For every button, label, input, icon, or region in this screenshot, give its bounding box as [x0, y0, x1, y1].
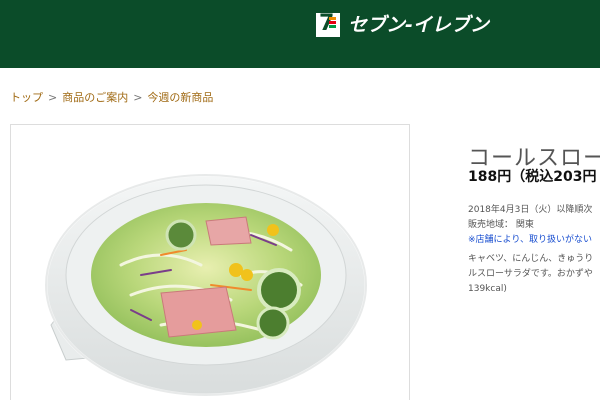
sales-region: 販売地域： 関東: [468, 217, 534, 230]
breadcrumb-separator: >: [133, 90, 143, 104]
description-line: ルスローサラダです。おかずや: [468, 269, 593, 279]
product-description: キャベツ、にんじん、きゅうり ルスローサラダです。おかずや 139kcal): [468, 252, 600, 297]
description-line: キャベツ、にんじん、きゅうり: [468, 254, 594, 264]
brand-name: セブン-イレブン: [348, 14, 489, 36]
seven-logo-icon: 7: [316, 12, 340, 37]
breadcrumb: トップ > 商品のご案内 > 今週の新商品: [10, 89, 213, 105]
region-value: 関東: [515, 220, 534, 230]
product-price: 188円（税込203円: [468, 169, 597, 185]
description-line: 139kcal): [468, 284, 507, 294]
store-availability-notice: ※店舗により、取り扱いがない: [468, 235, 593, 245]
salad-bowl-photo-icon: [44, 173, 368, 397]
breadcrumb-separator: >: [48, 90, 58, 104]
breadcrumb-products[interactable]: 商品のご案内: [62, 89, 128, 105]
site-header: 7 セブン-イレブン: [0, 0, 600, 68]
seven-eleven-logo[interactable]: 7 セブン-イレブン: [316, 12, 489, 38]
region-label: 販売地域：: [468, 220, 514, 230]
product-image: [10, 124, 410, 400]
release-date: 2018年4月3日（火）以降順次: [468, 205, 593, 215]
breadcrumb-top[interactable]: トップ: [10, 89, 43, 105]
breadcrumb-new-products[interactable]: 今週の新商品: [147, 89, 213, 105]
